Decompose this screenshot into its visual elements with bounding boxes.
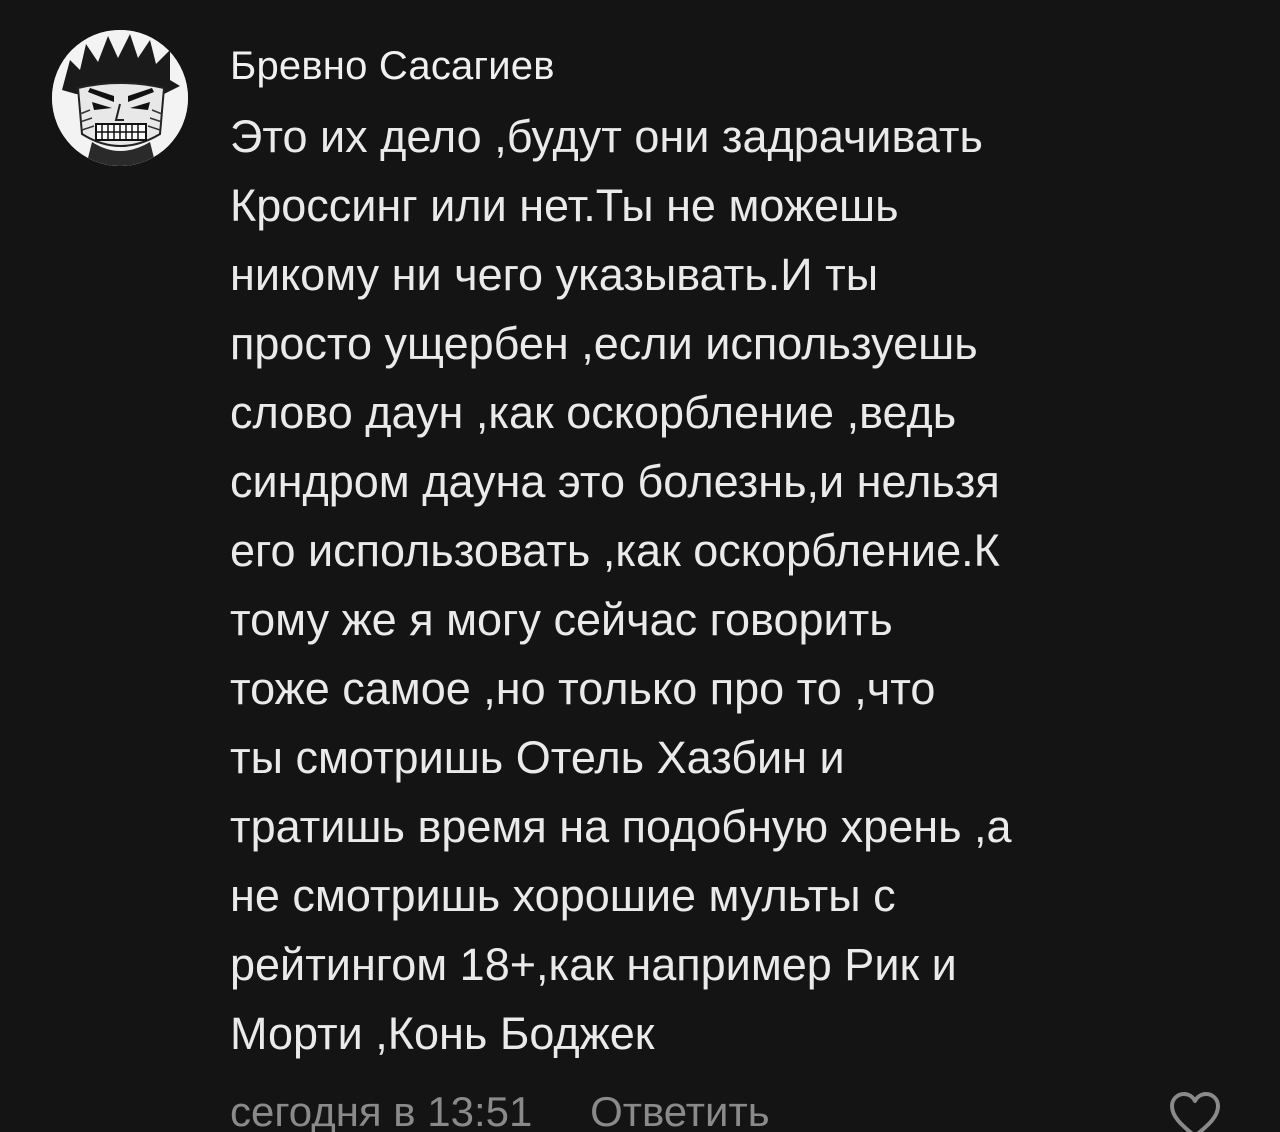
comment-text-line: ты смотришь Отель Хазбин и: [230, 732, 845, 783]
comment-text-line: Кроссинг или нет.Ты не можешь: [230, 180, 899, 231]
comment-text-line: тратишь время на подобную хрень ,а: [230, 801, 1012, 852]
comment-text-line: тому же я могу сейчас говорить: [230, 594, 893, 645]
comment-text-line: просто ущербен ,если используешь: [230, 318, 978, 369]
comment-meta: сегодня в 13:51 Ответить: [230, 1088, 770, 1132]
comment-author[interactable]: Бревно Сасагиев: [230, 44, 555, 89]
comment-text: Это их дело ,будут они задрачивать Кросс…: [230, 102, 1230, 1068]
comment-text-line: слово даун ,как оскорбление ,ведь: [230, 387, 957, 438]
comment-item: Бревно Сасагиев Это их дело ,будут они з…: [0, 0, 1280, 1132]
comment-text-line: Морти ,Конь Боджек: [230, 1008, 655, 1059]
manga-face-avatar-icon: [52, 30, 188, 166]
avatar[interactable]: [52, 30, 188, 166]
comment-text-line: никому ни чего указывать.И ты: [230, 249, 879, 300]
comment-timestamp: сегодня в 13:51: [230, 1088, 533, 1132]
reply-button[interactable]: Ответить: [590, 1088, 770, 1132]
like-button[interactable]: [1168, 1090, 1222, 1132]
comment-text-line: не смотришь хорошие мульты с: [230, 870, 896, 921]
comment-text-line: рейтингом 18+,как например Рик и: [230, 939, 957, 990]
heart-outline-icon: [1170, 1092, 1220, 1132]
comment-text-line: его использовать ,как оскорбление.К: [230, 525, 1000, 576]
comment-text-line: синдром дауна это болезнь,и нельзя: [230, 456, 1000, 507]
comment-text-line: Это их дело ,будут они задрачивать: [230, 111, 983, 162]
comment-text-line: тоже самое ,но только про то ,что: [230, 663, 936, 714]
